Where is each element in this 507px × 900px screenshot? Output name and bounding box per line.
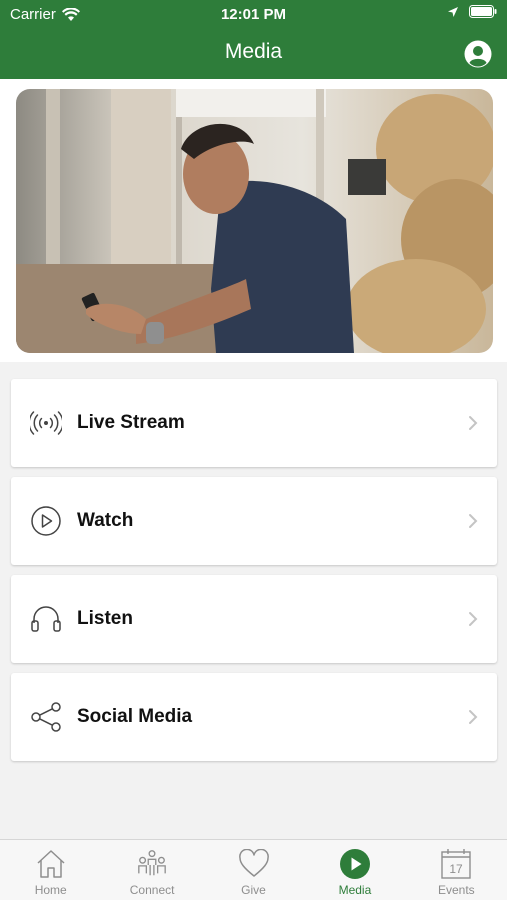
status-time: 12:01 PM <box>220 6 287 23</box>
menu-item-social-media[interactable]: Social Media <box>11 673 497 761</box>
tab-label: Events <box>437 883 475 897</box>
tab-label: Connect <box>129 883 175 897</box>
chevron-right-icon <box>469 416 478 430</box>
tab-label: Home <box>34 883 67 897</box>
broadcast-icon <box>30 407 62 439</box>
tab-bar: Home Connect Give Media 17 Events <box>0 839 507 900</box>
menu-item-label: Social Media <box>77 706 193 727</box>
menu-item-watch[interactable]: Watch <box>11 477 497 565</box>
tab-label: Give <box>241 883 266 897</box>
headphones-icon <box>30 603 62 635</box>
profile-icon[interactable] <box>464 40 492 68</box>
header: Carrier 12:01 PM Media <box>0 0 507 79</box>
menu-item-listen[interactable]: Listen <box>11 575 497 663</box>
tab-media[interactable]: Media <box>304 840 405 900</box>
play-circle-icon <box>30 505 62 537</box>
home-icon <box>35 848 67 880</box>
hero-image <box>16 89 493 353</box>
location-arrow-icon <box>448 6 458 17</box>
tab-connect[interactable]: Connect <box>101 840 202 900</box>
svg-text:17: 17 <box>450 862 464 876</box>
menu-item-label: Live Stream <box>77 412 185 433</box>
chevron-right-icon <box>469 612 478 626</box>
menu-item-label: Watch <box>77 510 134 531</box>
people-icon <box>136 848 168 880</box>
tab-home[interactable]: Home <box>0 840 101 900</box>
menu-item-label: Listen <box>77 608 133 629</box>
status-bar: Carrier 12:01 PM <box>0 0 507 28</box>
hero-section <box>0 79 507 362</box>
chevron-right-icon <box>469 710 478 724</box>
page-title: Media <box>224 40 283 63</box>
menu-item-live-stream[interactable]: Live Stream <box>11 379 497 467</box>
calendar-icon: 17 <box>440 848 472 880</box>
tab-give[interactable]: Give <box>203 840 304 900</box>
share-icon <box>30 701 62 733</box>
heart-icon <box>238 848 270 880</box>
play-icon <box>339 848 371 880</box>
tab-events[interactable]: 17 Events <box>406 840 507 900</box>
tab-label: Media <box>338 883 372 897</box>
battery-icon <box>469 5 497 18</box>
chevron-right-icon <box>469 514 478 528</box>
